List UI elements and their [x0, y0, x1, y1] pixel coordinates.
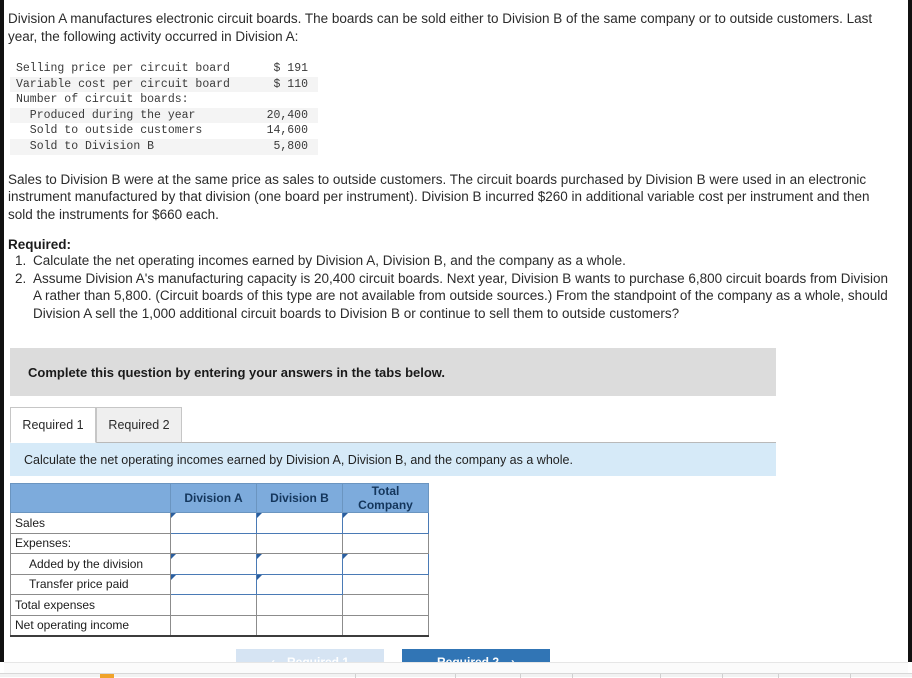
- answer-input-cell[interactable]: [342, 512, 429, 534]
- answer-input-cell[interactable]: [256, 512, 343, 534]
- required-heading: Required:: [8, 237, 72, 253]
- given-data-row: Sold to outside customers 14,600: [10, 123, 318, 139]
- answer-row-label: Added by the division: [10, 553, 171, 575]
- given-data-table: Selling price per circuit board $ 191 Vari…: [10, 61, 318, 155]
- page-bottom-gap: [4, 662, 908, 673]
- answer-input-cell[interactable]: [170, 512, 257, 534]
- sub-instruction-banner: Calculate the net operating incomes earn…: [10, 443, 776, 477]
- answer-input-cell[interactable]: [256, 553, 343, 575]
- required-item: Assume Division A's manufacturing capaci…: [30, 270, 894, 323]
- answer-static-cell: [256, 532, 343, 555]
- answer-row-label: Net operating income: [10, 614, 171, 637]
- answer-table-row: Added by the division: [10, 553, 429, 575]
- problem-paragraph-2: Sales to Division B were at the same pri…: [8, 171, 870, 222]
- problem-paragraph-1: Division A manufactures electronic circu…: [8, 11, 873, 44]
- answer-row-label: Sales: [10, 512, 171, 534]
- answer-header-cell: Division B: [256, 483, 343, 514]
- answer-table-row: Net operating income: [10, 614, 429, 637]
- given-data-row: Sold to Division B 5,800: [10, 138, 318, 155]
- answer-input-cell[interactable]: [170, 573, 257, 596]
- taskbar-divider: [355, 674, 356, 678]
- given-data-value: 14,600: [266, 124, 308, 138]
- os-taskbar-strip: [0, 673, 912, 678]
- answer-row-label: Transfer price paid: [10, 573, 171, 596]
- given-data-value: 5,800: [273, 139, 308, 153]
- taskbar-divider: [778, 674, 779, 678]
- answer-header-cell: Total Company: [342, 483, 429, 514]
- answer-table-row: Transfer price paid: [10, 573, 429, 596]
- answer-input-cell[interactable]: [256, 573, 343, 596]
- required-item: Calculate the net operating incomes earn…: [30, 252, 894, 270]
- answer-table-row: Expenses:: [10, 532, 429, 555]
- answer-header-corner: [10, 483, 171, 514]
- question-page: Division A manufactures electronic circu…: [4, 0, 908, 675]
- answer-row-label: Total expenses: [10, 594, 171, 616]
- given-data-row: Selling price per circuit board $ 191: [10, 61, 318, 77]
- taskbar-divider: [850, 674, 851, 678]
- answer-table-row: Sales: [10, 512, 429, 534]
- taskbar-divider: [660, 674, 661, 678]
- sub-instruction-text: Calculate the net operating incomes earn…: [24, 452, 573, 467]
- answer-table-head: Division A Division B Total Company: [10, 483, 429, 514]
- answer-static-cell: [256, 614, 343, 637]
- answer-input-cell[interactable]: [342, 553, 429, 575]
- answer-static-cell: [170, 532, 257, 555]
- tab-required-1[interactable]: Required 1: [10, 407, 96, 444]
- required-list: Calculate the net operating incomes earn…: [4, 252, 908, 322]
- given-data-label: Produced during the year: [16, 108, 196, 122]
- answer-input-cell[interactable]: [170, 553, 257, 575]
- given-data-row: Number of circuit boards:: [10, 92, 318, 108]
- taskbar-accent-icon: [100, 674, 114, 678]
- answer-static-cell: [256, 594, 343, 616]
- complete-question-text: Complete this question by entering your …: [28, 364, 446, 380]
- answer-static-cell: [342, 573, 429, 596]
- answer-static-cell: [342, 532, 429, 555]
- answer-table-body: Sales Expenses: Added by the division Trans…: [10, 512, 429, 637]
- given-data-value: $ 191: [273, 62, 308, 75]
- taskbar-divider: [520, 674, 521, 678]
- answer-static-cell: [170, 594, 257, 616]
- tab-strip: Required 1 Required 2: [10, 407, 776, 444]
- answer-row-label: Expenses:: [10, 532, 171, 555]
- given-data-label: Number of circuit boards:: [16, 93, 189, 107]
- given-data-value: [260, 92, 318, 108]
- answer-static-cell: [342, 594, 429, 616]
- given-data-value: 20,400: [266, 108, 308, 122]
- given-data-row: Variable cost per circuit board $ 110: [10, 76, 318, 93]
- answer-static-cell: [170, 614, 257, 637]
- answer-static-cell: [342, 614, 429, 637]
- given-data-value: $ 110: [273, 77, 308, 91]
- tab-required-1-label: Required 1: [22, 418, 84, 433]
- tab-required-2-label: Required 2: [108, 418, 170, 433]
- answer-header-cell: Division A: [170, 483, 257, 514]
- taskbar-divider: [722, 674, 723, 678]
- tab-required-2[interactable]: Required 2: [96, 407, 182, 444]
- answer-table: Division A Division B Total Company Sales E…: [10, 483, 429, 637]
- given-data-label: Sold to outside customers: [16, 124, 203, 138]
- answer-header-row: Division A Division B Total Company: [10, 483, 429, 514]
- problem-mid-block: Sales to Division B were at the same pri…: [4, 171, 908, 323]
- given-data-row: Produced during the year 20,400: [10, 107, 318, 124]
- taskbar-divider: [455, 674, 456, 678]
- given-data-body: Selling price per circuit board $ 191 Vari…: [10, 61, 318, 155]
- given-data-label: Sold to Division B: [16, 139, 155, 153]
- answer-table-wrapper: Division A Division B Total Company Sales E…: [10, 483, 908, 637]
- page-right-border: [908, 0, 912, 662]
- answer-table-row: Total expenses: [10, 594, 429, 616]
- page-left-border: [0, 0, 4, 662]
- taskbar-divider: [572, 674, 573, 678]
- complete-question-banner: Complete this question by entering your …: [10, 348, 776, 397]
- given-data-label: Selling price per circuit board: [16, 62, 230, 75]
- given-data-label: Variable cost per circuit board: [16, 77, 230, 91]
